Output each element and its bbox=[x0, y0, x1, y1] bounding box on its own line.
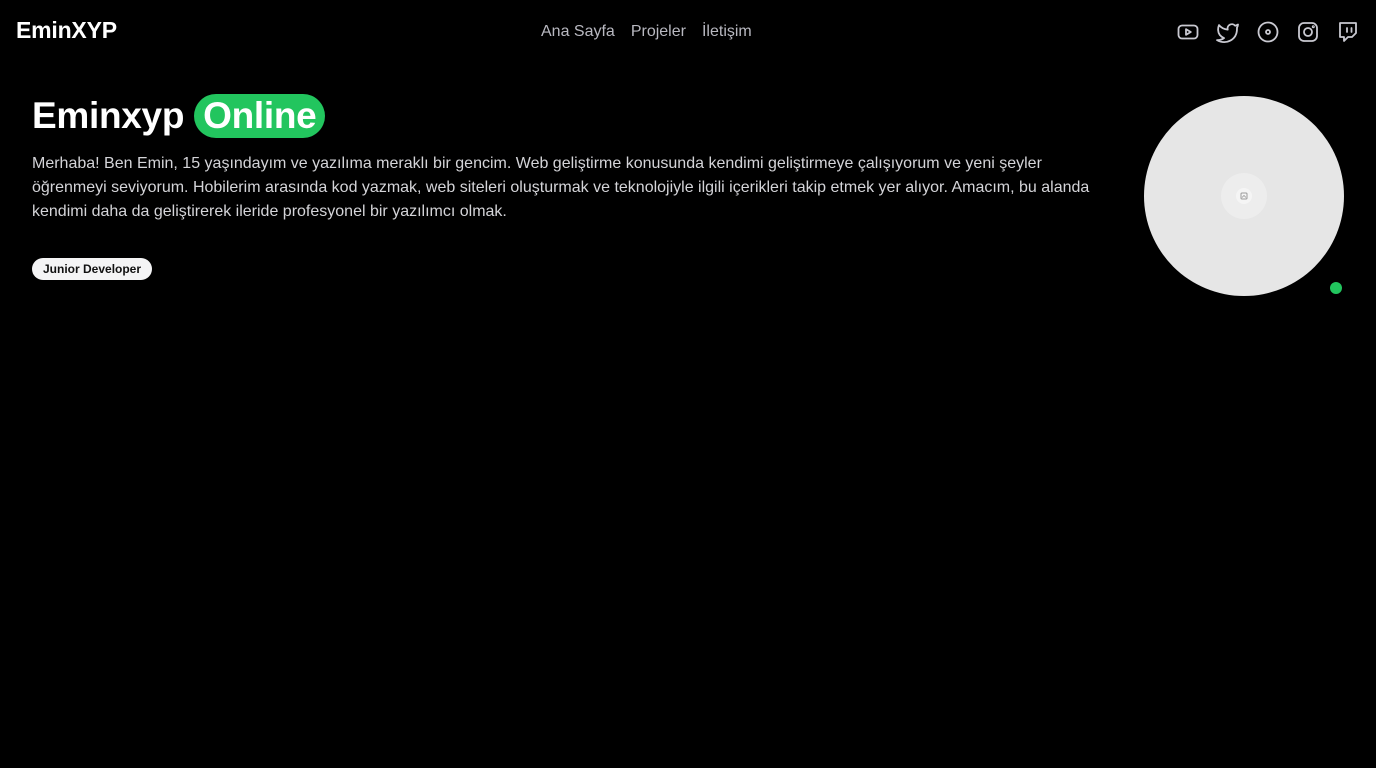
status-badge: Online bbox=[194, 94, 326, 138]
nav-link-contact[interactable]: İletişim bbox=[702, 22, 752, 42]
bio-text: Merhaba! Ben Emin, 15 yaşındayım ve yazı… bbox=[32, 155, 1090, 220]
social-links bbox=[1176, 20, 1360, 44]
avatar bbox=[1144, 96, 1344, 296]
image-placeholder-icon bbox=[1221, 173, 1267, 219]
hero-section: Eminxyp Online Merhaba! Ben Emin, 15 yaş… bbox=[32, 94, 1112, 280]
twitter-icon[interactable] bbox=[1216, 20, 1240, 44]
site-header: EminXYP Ana Sayfa Projeler İletişim bbox=[0, 0, 1376, 64]
twitch-icon[interactable] bbox=[1336, 20, 1360, 44]
nav-link-projects[interactable]: Projeler bbox=[631, 22, 686, 42]
profile-name: Eminxyp bbox=[32, 95, 185, 136]
youtube-icon[interactable] bbox=[1176, 20, 1200, 44]
brand-logo[interactable]: EminXYP bbox=[16, 17, 117, 44]
disc-icon[interactable] bbox=[1256, 20, 1280, 44]
nav-link-home[interactable]: Ana Sayfa bbox=[541, 22, 615, 42]
instagram-icon[interactable] bbox=[1296, 20, 1320, 44]
main-nav: Ana Sayfa Projeler İletişim bbox=[541, 22, 752, 42]
online-indicator bbox=[1330, 282, 1342, 294]
avatar-container bbox=[1144, 96, 1344, 296]
title-row: Eminxyp Online bbox=[32, 94, 1112, 138]
role-badge: Junior Developer bbox=[32, 258, 153, 280]
